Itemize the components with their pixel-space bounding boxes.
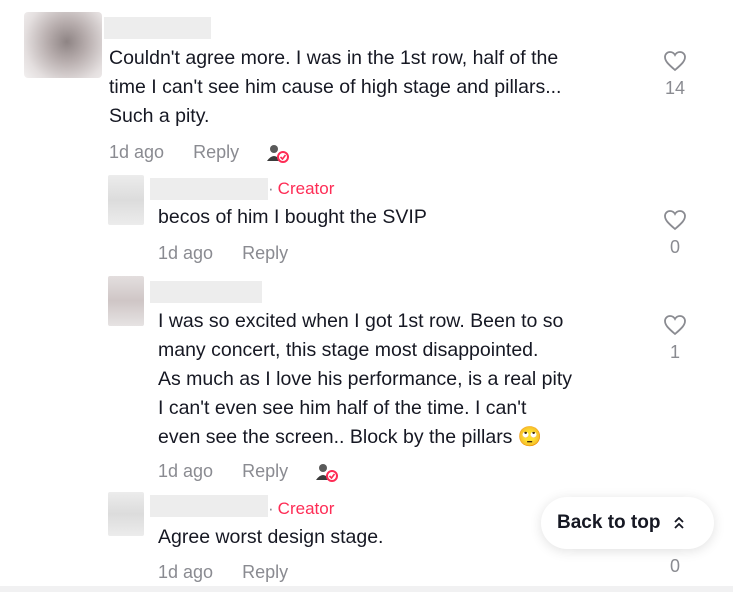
like-button[interactable]: 0: [655, 209, 695, 258]
reply-date: 1d ago: [158, 243, 214, 263]
username-blurred[interactable]: [104, 17, 211, 39]
heart-outline-icon[interactable]: [663, 50, 687, 72]
reply-button[interactable]: Reply: [193, 142, 239, 163]
reply-text: becos of him I bought the SVIP: [158, 206, 427, 228]
like-button[interactable]: 14: [655, 50, 695, 99]
avatar[interactable]: [108, 492, 144, 536]
comment-text: Couldn't agree more. I was in the 1st ro…: [109, 47, 562, 127]
like-count: 0: [669, 237, 680, 257]
creator-badge: · Creator: [268, 179, 335, 198]
reply-meta: 1d ago Reply: [158, 562, 288, 583]
heart-outline-icon[interactable]: [663, 209, 687, 231]
creator-liked-icon: [267, 145, 289, 163]
back-to-top-button[interactable]: Back to top: [541, 497, 714, 549]
heart-outline-icon[interactable]: [663, 314, 687, 336]
like-count-wrapper[interactable]: 0: [655, 556, 695, 577]
creator-badge: · Creator: [268, 499, 335, 518]
bottom-divider: [0, 586, 733, 592]
reply-button[interactable]: Reply: [242, 243, 288, 264]
comment-meta: 1d ago Reply: [109, 142, 239, 163]
chevron-up-double-icon: [674, 517, 685, 529]
reply-date: 1d ago: [158, 461, 214, 481]
avatar[interactable]: [108, 276, 144, 326]
reply-text: Agree worst design stage.: [158, 526, 384, 548]
reply-button[interactable]: Reply: [242, 461, 288, 482]
reply-meta: 1d ago Reply: [158, 243, 288, 264]
like-button[interactable]: 1: [655, 314, 695, 363]
reply-date: 1d ago: [158, 562, 214, 582]
back-to-top-label: Back to top: [557, 512, 661, 533]
like-count: 0: [669, 556, 680, 576]
reply-text: I was so excited when I got 1st row. Bee…: [158, 310, 573, 448]
like-count: 1: [669, 342, 680, 362]
avatar[interactable]: [108, 175, 144, 225]
like-count: 14: [664, 78, 686, 98]
avatar[interactable]: [24, 12, 102, 78]
comment-date: 1d ago: [109, 142, 165, 162]
username-blurred[interactable]: [150, 495, 268, 517]
username-blurred[interactable]: [150, 178, 268, 200]
creator-liked-icon: [316, 464, 338, 482]
reply-button[interactable]: Reply: [242, 562, 288, 583]
reply-meta: 1d ago Reply: [158, 461, 288, 482]
username-blurred[interactable]: [150, 281, 262, 303]
